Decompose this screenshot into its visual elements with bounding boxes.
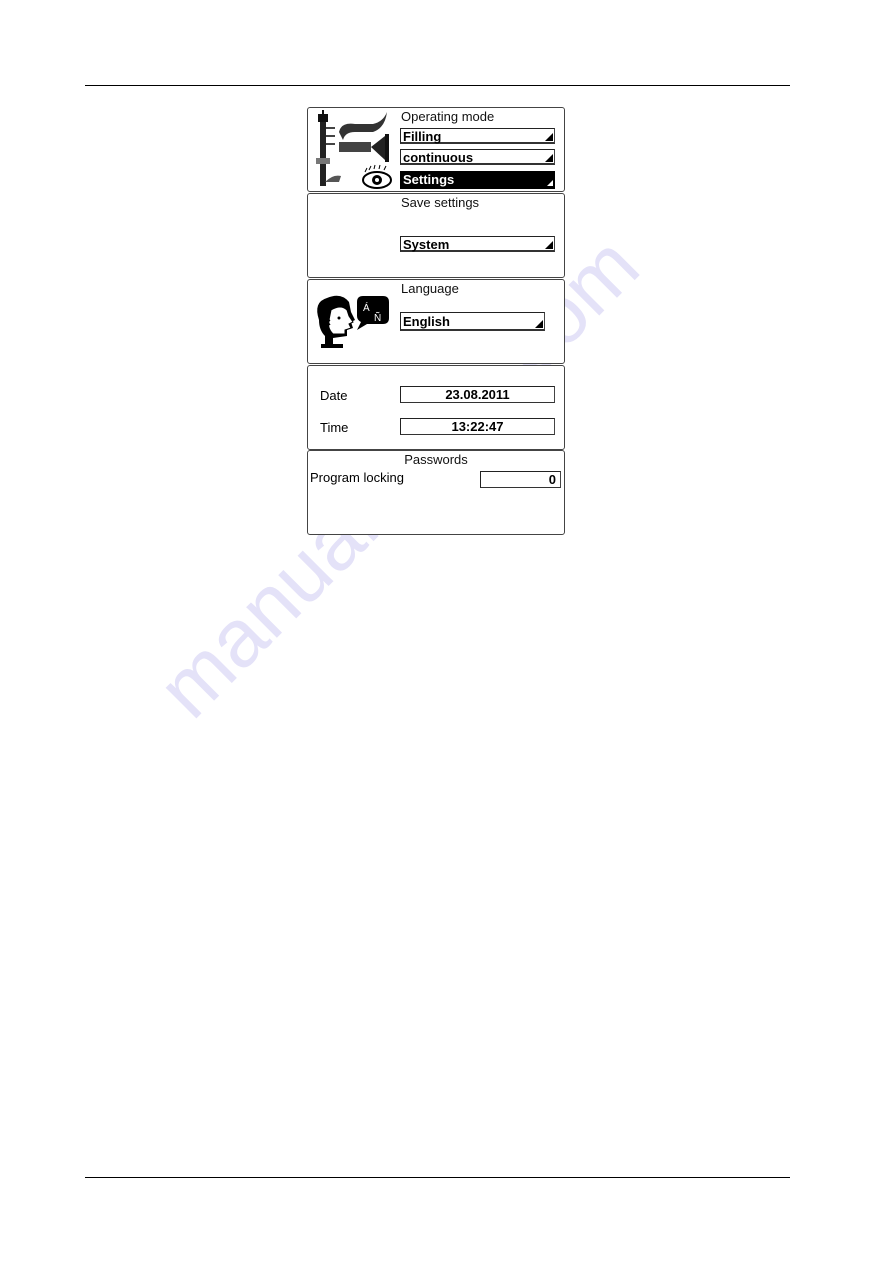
- date-time-panel: Date 23.08.2011 Time 13:22:47: [307, 365, 565, 450]
- save-settings-panel: Save settings System: [307, 193, 565, 278]
- language-title: Language: [401, 281, 459, 296]
- filling-dropdown[interactable]: Filling: [400, 128, 555, 144]
- bubble-glyph-a: Á: [363, 301, 370, 314]
- bubble-glyph-n: Ñ: [374, 311, 381, 324]
- passwords-title: Passwords: [404, 452, 468, 467]
- passwords-panel: Passwords Program locking 0: [307, 450, 565, 535]
- language-dropdown[interactable]: English: [400, 312, 545, 331]
- dropdown-arrow-icon: [547, 180, 553, 186]
- save-settings-title: Save settings: [401, 195, 480, 210]
- filling-machine-eye-icon: [311, 110, 393, 190]
- settings-dropdown[interactable]: Settings: [400, 171, 555, 189]
- dropdown-arrow-icon: [545, 154, 553, 162]
- operating-mode-title: Operating mode: [401, 109, 495, 124]
- date-field[interactable]: 23.08.2011: [400, 386, 555, 403]
- continuous-dropdown[interactable]: continuous: [400, 149, 555, 165]
- continuous-dropdown-value: continuous: [403, 150, 474, 165]
- operating-mode-panel: Operating mode Filling continuous Settin…: [307, 107, 565, 192]
- speaking-head-language-icon: Á Ñ: [311, 290, 391, 352]
- dropdown-arrow-icon: [535, 320, 543, 328]
- filling-dropdown-value: Filling: [403, 129, 442, 144]
- save-settings-dropdown-value: System: [403, 237, 450, 252]
- program-locking-label: Program locking: [310, 470, 404, 485]
- program-locking-field[interactable]: 0: [480, 471, 561, 488]
- settings-dropdown-value: Settings: [403, 172, 455, 187]
- language-panel: Á Ñ Language English: [307, 279, 565, 364]
- date-label: Date: [320, 388, 348, 403]
- time-label: Time: [320, 420, 349, 435]
- dropdown-arrow-icon: [545, 133, 553, 141]
- language-dropdown-value: English: [403, 314, 450, 329]
- dropdown-arrow-icon: [545, 241, 553, 249]
- header-rule: [85, 85, 790, 86]
- time-field[interactable]: 13:22:47: [400, 418, 555, 435]
- save-settings-dropdown[interactable]: System: [400, 236, 555, 252]
- footer-rule: [85, 1177, 790, 1178]
